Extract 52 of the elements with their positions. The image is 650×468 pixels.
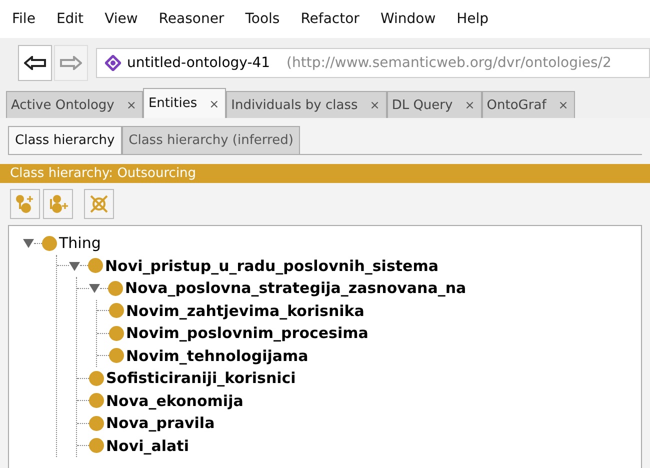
class-icon	[89, 393, 104, 408]
class-icon	[108, 280, 123, 296]
forward-arrow-icon	[60, 56, 82, 70]
tab[interactable]: Class hierarchy (inferred)	[122, 126, 300, 154]
close-icon[interactable]: ×	[558, 98, 568, 112]
tab[interactable]: Active Ontology ×	[6, 91, 144, 118]
close-icon[interactable]: ×	[209, 96, 220, 110]
class-icon	[109, 326, 124, 341]
menu-item[interactable]: Tools	[245, 11, 280, 27]
class-icon	[109, 348, 124, 364]
tree-item[interactable]: Nova_poslovna_strategija_zasnovana_na	[125, 279, 466, 298]
class-icon	[89, 416, 104, 431]
tree-item[interactable]: Novim_poslovnim_procesima	[126, 324, 368, 342]
ontology-address-field[interactable]: untitled-ontology-41 (http://www.semanticweb.org/dvr/ontologies/2	[96, 48, 650, 78]
expand-triangle-icon[interactable]	[69, 260, 80, 271]
tree-item[interactable]: Novi_pristup_u_radu_poslovnih_sistema	[105, 256, 438, 275]
tree-item[interactable]: Nova_ekonomija	[106, 392, 244, 410]
menu-item[interactable]: Help	[456, 11, 489, 27]
close-icon[interactable]: ×	[370, 98, 380, 112]
back-arrow-icon	[24, 56, 46, 70]
tab[interactable]: Entities ×	[143, 88, 226, 118]
menu-item[interactable]: Reasoner	[158, 11, 224, 27]
expand-triangle-icon[interactable]	[23, 238, 34, 248]
ontology-icon	[105, 55, 121, 71]
class-icon	[89, 370, 104, 386]
class-icon	[88, 258, 103, 274]
panel-title: Class hierarchy: Outsourcing	[0, 164, 650, 183]
add-subclass-icon	[15, 194, 35, 214]
tree-item[interactable]: Novim_tehnologijama	[126, 346, 308, 365]
menu-item[interactable]: Window	[380, 11, 436, 27]
close-icon[interactable]: ×	[464, 98, 475, 112]
class-icon	[42, 236, 57, 251]
class-icon	[109, 303, 124, 318]
expand-triangle-icon[interactable]	[89, 283, 100, 294]
menu-item[interactable]: View	[104, 11, 138, 27]
add-sibling-icon	[48, 194, 68, 214]
delete-class-icon	[89, 194, 109, 214]
tree-item[interactable]: Thing	[59, 234, 101, 252]
tree-item[interactable]: Nova_pravila	[106, 414, 215, 432]
class-icon	[89, 438, 104, 454]
tab[interactable]: DL Query ×	[386, 91, 482, 118]
tab[interactable]: Class hierarchy	[8, 126, 122, 154]
tab[interactable]: Individuals by class ×	[226, 91, 387, 118]
menu-item[interactable]: Edit	[56, 11, 84, 27]
tree-item[interactable]: Novi_alati	[106, 436, 189, 455]
back-button[interactable]	[18, 45, 52, 81]
menu-item[interactable]: Refactor	[300, 11, 360, 27]
close-icon[interactable]: ×	[126, 98, 136, 112]
menu-item[interactable]: File	[12, 11, 36, 27]
tree-item[interactable]: Sofisticiraniji_korisnici	[106, 369, 296, 388]
tree-item[interactable]: Novim_zahtjevima_korisnika	[126, 302, 364, 320]
tab[interactable]: OntoGraf ×	[482, 91, 576, 118]
